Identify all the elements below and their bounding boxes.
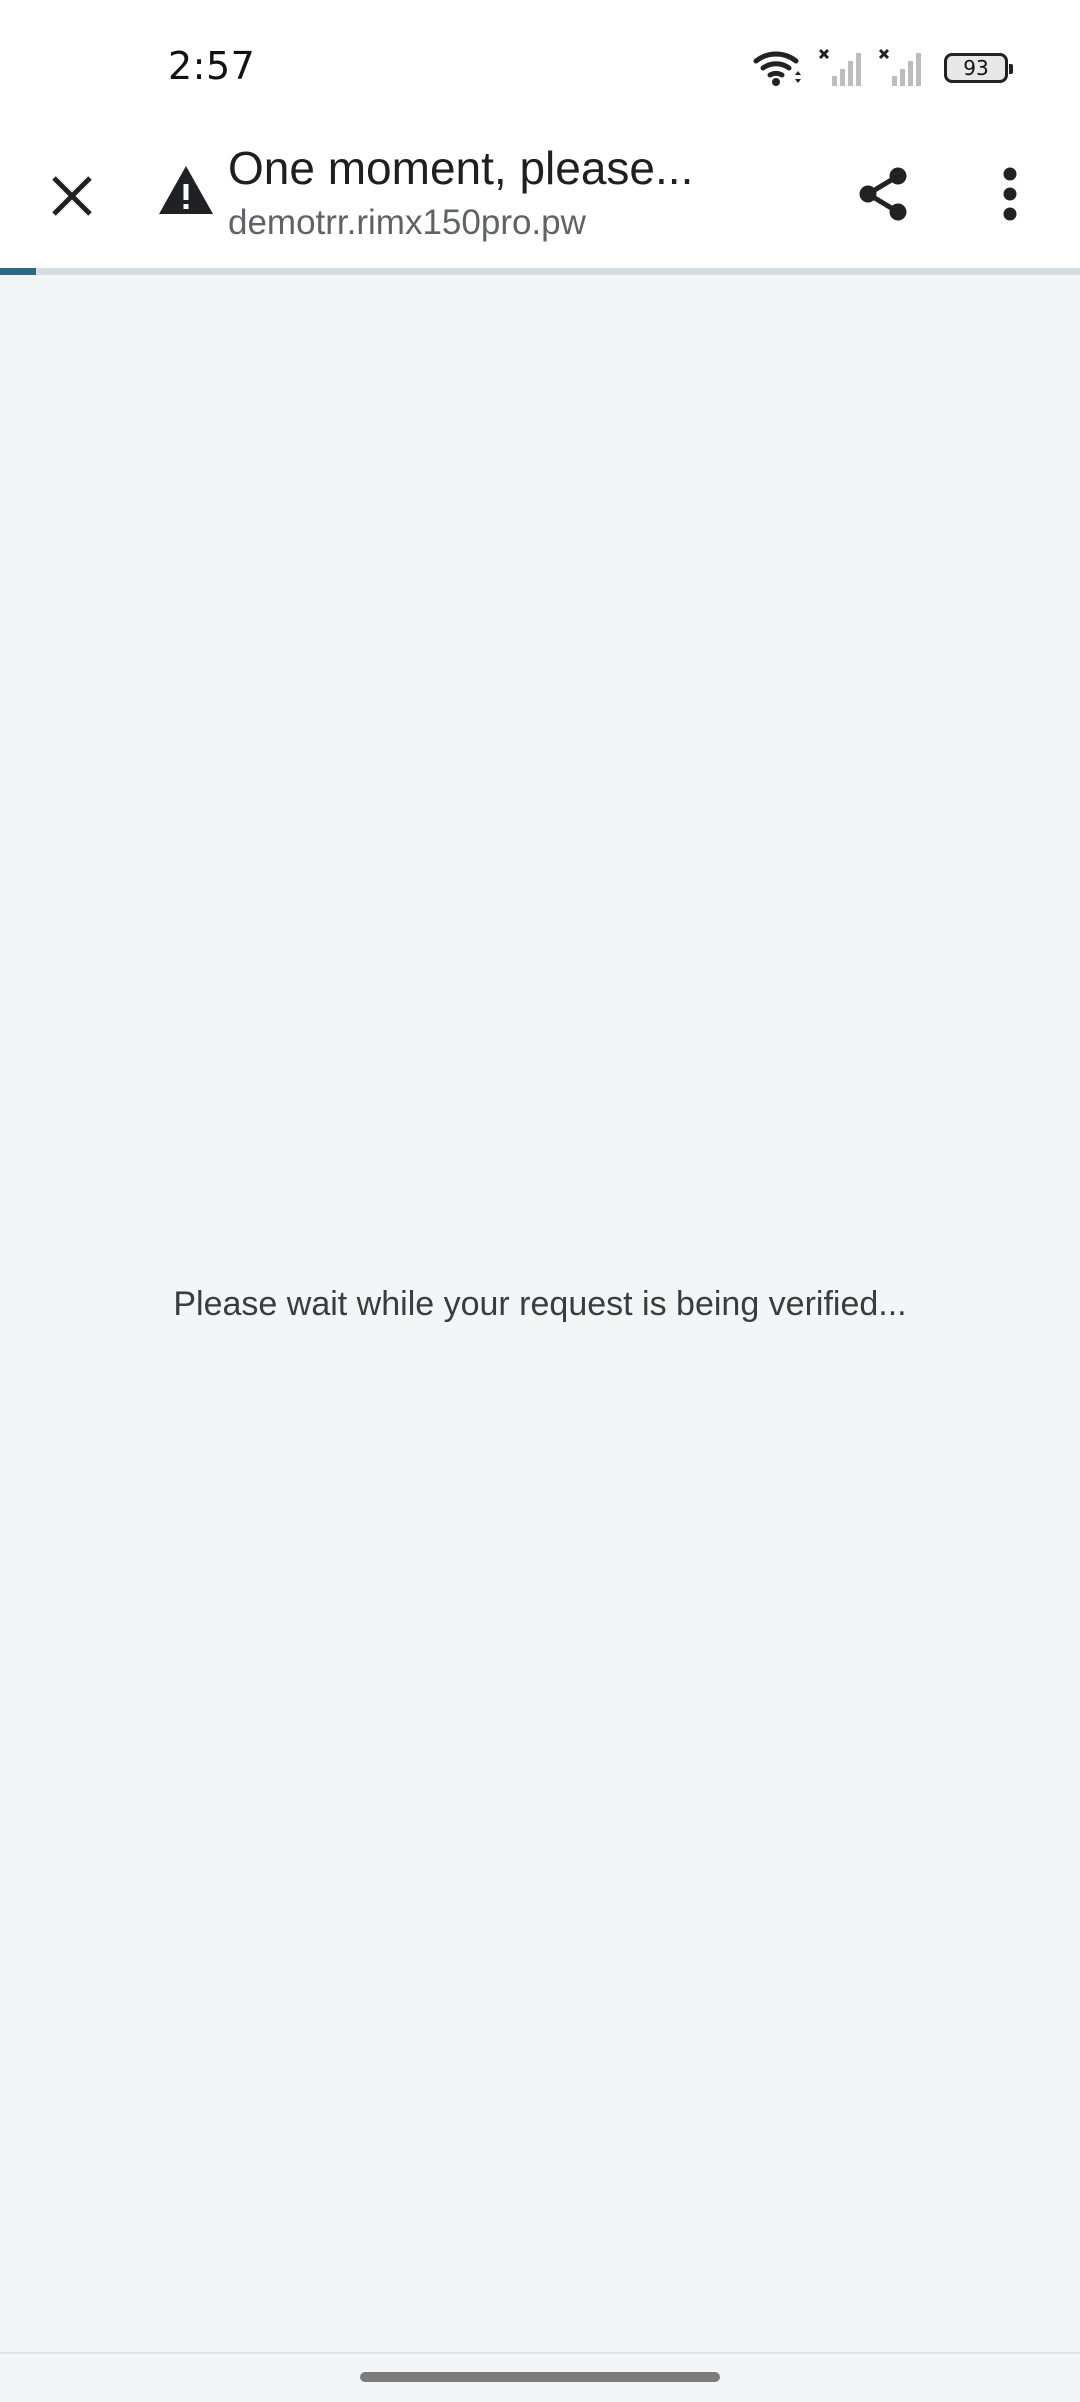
title-block[interactable]: One moment, please... demotrr.rimx150pro… <box>228 140 788 245</box>
signal-no-service-icon <box>878 48 924 88</box>
signal-no-service-icon <box>818 48 864 88</box>
status-time: 2:57 <box>168 44 256 88</box>
wifi-icon <box>752 48 804 88</box>
share-icon <box>859 167 907 221</box>
page-url: demotrr.rimx150pro.pw <box>228 202 586 242</box>
loading-progress-fill <box>0 268 36 275</box>
loading-progress-bar <box>0 268 1080 275</box>
share-button[interactable] <box>845 156 921 232</box>
custom-tab-toolbar: One moment, please... demotrr.rimx150pro… <box>0 130 1080 268</box>
battery-level: 93 <box>963 56 989 80</box>
gesture-nav-area <box>0 2352 1080 2402</box>
home-indicator[interactable] <box>360 2372 720 2382</box>
status-bar: 2:57 93 <box>0 0 1080 130</box>
more-vert-icon <box>1003 167 1017 221</box>
page-title: One moment, please... <box>228 142 694 194</box>
warning-icon[interactable] <box>155 160 217 222</box>
verification-message: Please wait while your request is being … <box>173 1285 907 1323</box>
page-content: Please wait while your request is being … <box>0 275 1080 2355</box>
more-options-button[interactable] <box>975 156 1045 232</box>
close-icon <box>52 176 92 216</box>
close-button[interactable] <box>36 160 108 232</box>
battery-icon: 93 <box>944 53 1013 83</box>
status-icons: 93 <box>752 46 1013 90</box>
